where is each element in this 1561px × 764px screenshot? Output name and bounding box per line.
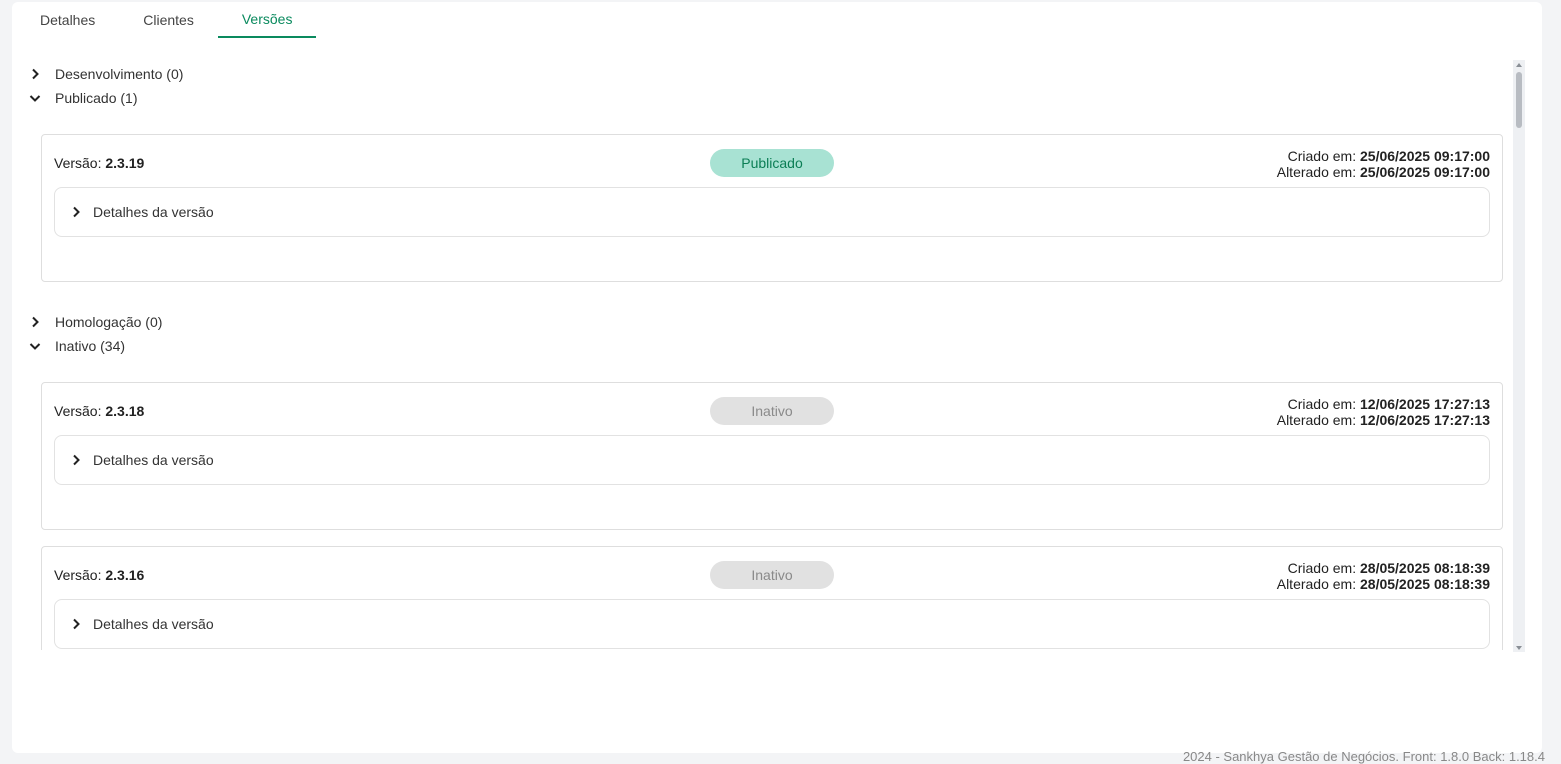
version-card: Versão: 2.3.19 Publicado Criado em: 25/0…: [41, 134, 1503, 282]
group-desenvolvimento[interactable]: Desenvolvimento (0): [26, 64, 183, 84]
group-publicado[interactable]: Publicado (1): [26, 88, 138, 108]
vertical-scrollbar[interactable]: [1513, 60, 1525, 652]
details-label: Detalhes da versão: [93, 204, 214, 220]
version-card: Versão: 2.3.18 Inativo Criado em: 12/06/…: [41, 382, 1503, 530]
status-badge: Publicado: [710, 149, 834, 177]
version-details-toggle[interactable]: Detalhes da versão: [54, 435, 1490, 485]
details-label: Detalhes da versão: [93, 452, 214, 468]
chevron-right-icon: [32, 316, 39, 328]
details-label: Detalhes da versão: [93, 616, 214, 632]
tab-bar: Detalhes Clientes Versões: [28, 2, 317, 38]
version-number: Versão: 2.3.19: [54, 155, 145, 171]
version-card: Versão: 2.3.16 Inativo Criado em: 28/05/…: [41, 546, 1503, 650]
group-label: Publicado (1): [55, 90, 138, 106]
version-dates: Criado em: 12/06/2025 17:27:13 Alterado …: [1276, 396, 1490, 428]
version-details-toggle[interactable]: Detalhes da versão: [54, 599, 1490, 649]
scroll-down-arrow-icon[interactable]: [1516, 645, 1522, 651]
version-number: Versão: 2.3.18: [54, 403, 145, 419]
tab-detalhes[interactable]: Detalhes: [28, 2, 119, 38]
chevron-right-icon: [73, 454, 80, 466]
chevron-right-icon: [32, 68, 39, 80]
scrollbar-thumb[interactable]: [1516, 72, 1522, 128]
footer-version-info: 2024 - Sankhya Gestão de Negócios. Front…: [1182, 749, 1545, 764]
chevron-down-icon: [29, 95, 41, 102]
chevron-down-icon: [29, 343, 41, 350]
group-homologacao[interactable]: Homologação (0): [26, 312, 162, 332]
status-badge: Inativo: [710, 397, 834, 425]
group-label: Inativo (34): [55, 338, 126, 354]
group-label: Homologação (0): [55, 314, 163, 330]
chevron-right-icon: [73, 618, 80, 630]
version-dates: Criado em: 28/05/2025 08:18:39 Alterado …: [1276, 560, 1490, 592]
version-number: Versão: 2.3.16: [54, 567, 145, 583]
status-badge: Inativo: [710, 561, 834, 589]
group-inativo[interactable]: Inativo (34): [26, 336, 125, 356]
scroll-up-arrow-icon[interactable]: [1516, 62, 1522, 68]
group-label: Desenvolvimento (0): [55, 66, 184, 82]
chevron-right-icon: [73, 206, 80, 218]
tab-versoes[interactable]: Versões: [217, 2, 317, 38]
versions-list[interactable]: Desenvolvimento (0) Publicado (1) Versão…: [12, 60, 1512, 650]
version-dates: Criado em: 25/06/2025 09:17:00 Alterado …: [1276, 148, 1490, 180]
version-details-toggle[interactable]: Detalhes da versão: [54, 187, 1490, 237]
tab-clientes[interactable]: Clientes: [119, 2, 218, 38]
